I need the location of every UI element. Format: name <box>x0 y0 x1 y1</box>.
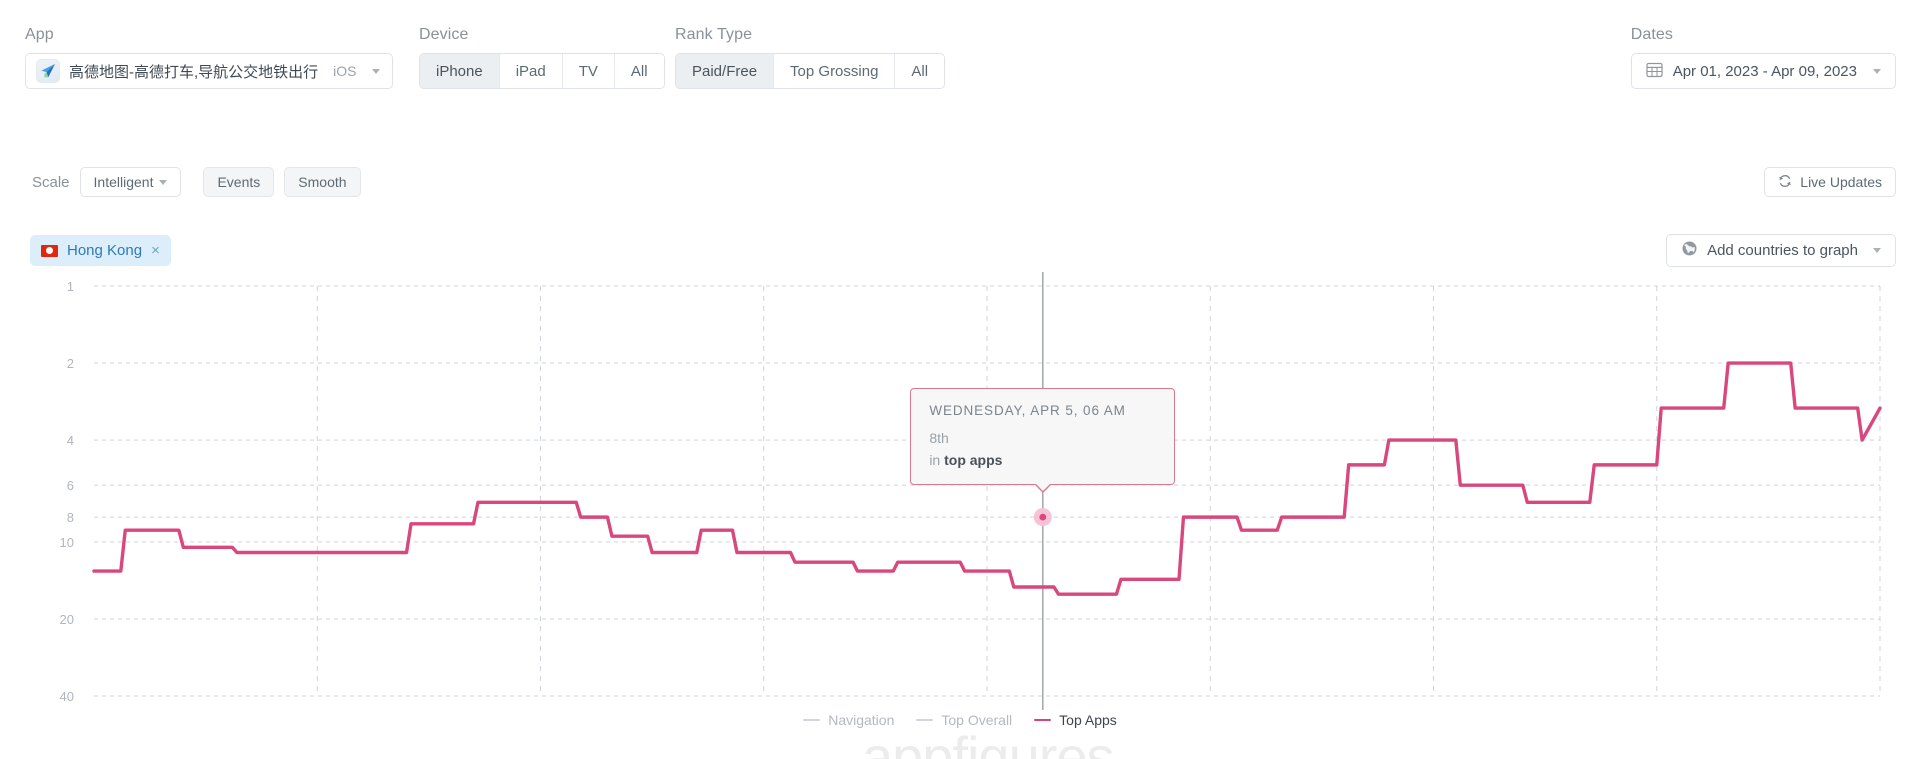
add-countries-button[interactable]: Add countries to graph <box>1666 234 1896 267</box>
legend-swatch <box>803 718 821 722</box>
date-range-value: Apr 01, 2023 - Apr 09, 2023 <box>1672 62 1857 80</box>
dates-filter-group: Dates Apr 01, 2023 - Apr 09, 2023 <box>1630 26 1896 89</box>
rank-type-option-all[interactable]: All <box>895 54 945 88</box>
chart-toolbar: Scale Intelligent Events Smooth Live Upd <box>0 159 1920 205</box>
device-option-all[interactable]: All <box>614 54 664 88</box>
tooltip-category-name: top apps <box>944 452 1003 469</box>
scale-selector[interactable]: Intelligent <box>79 167 182 197</box>
globe-icon <box>1681 240 1698 261</box>
y-axis-tick-label: 4 <box>67 433 74 448</box>
y-axis-tick-label: 40 <box>60 689 74 704</box>
refresh-icon <box>1778 174 1792 191</box>
live-updates-button[interactable]: Live Updates <box>1764 167 1896 197</box>
app-filter-group: App 高德地图-高德打车,导航公交地铁出行 iOS <box>25 26 393 89</box>
scale-label: Scale <box>32 173 70 191</box>
device-option-tv[interactable]: TV <box>562 54 615 88</box>
date-range-picker[interactable]: Apr 01, 2023 - Apr 09, 2023 <box>1630 53 1896 89</box>
chart-tooltip: WEDNESDAY, APR 5, 06 AM 8th in top apps <box>910 388 1176 494</box>
y-axis-tick-label: 1 <box>67 279 74 294</box>
data-point-marker <box>1039 513 1047 521</box>
calendar-icon <box>1646 61 1663 82</box>
chart-legend: Navigation Top Overall Top Apps <box>0 712 1920 728</box>
tooltip-prefix: in <box>929 452 941 469</box>
legend-item-navigation[interactable]: Navigation <box>803 712 894 728</box>
rank-chart[interactable]: appfigures 1 2 4 6 8 10 20 40 WEDNESDAY, APR 5,… <box>0 272 1920 759</box>
legend-swatch <box>1034 718 1052 722</box>
highlighted-data-point <box>1033 508 1052 527</box>
device-option-iphone[interactable]: iPhone <box>420 54 500 88</box>
chevron-down-icon <box>1873 248 1881 253</box>
rank-type-filter-group: Rank Type Paid/Free Top Grossing All <box>675 26 946 89</box>
app-platform: iOS <box>333 63 357 79</box>
app-name: 高德地图-高德打车,导航公交地铁出行 <box>69 63 319 81</box>
legend-label: Navigation <box>828 712 895 728</box>
close-icon[interactable]: × <box>151 243 160 258</box>
rank-type-filter-label: Rank Type <box>675 26 753 43</box>
rank-type-segmented-control[interactable]: Paid/Free Top Grossing All <box>675 53 946 89</box>
device-option-ipad[interactable]: iPad <box>499 54 563 88</box>
y-axis-ticks: 1 2 4 6 8 10 20 40 <box>60 279 74 704</box>
chevron-down-icon <box>371 68 380 74</box>
rank-type-option-top-grossing[interactable]: Top Grossing <box>774 54 896 88</box>
rank-chart-svg[interactable]: 1 2 4 6 8 10 20 40 <box>0 272 1920 712</box>
tooltip-arrow-inner <box>1033 482 1052 492</box>
y-axis-tick-label: 2 <box>67 356 74 371</box>
country-chip-row: Hong Kong × Add countries to graph <box>0 232 1920 272</box>
amap-app-icon <box>36 59 60 83</box>
live-updates-label: Live Updates <box>1800 174 1882 190</box>
hong-kong-flag <box>41 244 58 257</box>
tooltip-rank: 8th <box>929 430 949 447</box>
device-segmented-control[interactable]: iPhone iPad TV All <box>419 53 665 89</box>
add-countries-label: Add countries to graph <box>1707 242 1858 259</box>
y-axis-tick-label: 8 <box>67 510 74 525</box>
y-axis-tick-label: 20 <box>60 612 74 627</box>
y-axis-tick-label: 6 <box>67 478 74 493</box>
device-filter-group: Device iPhone iPad TV All <box>419 26 665 89</box>
y-axis-tick-label: 10 <box>60 535 74 550</box>
rank-tracking-page: App 高德地图-高德打车,导航公交地铁出行 iOS Device iPhone… <box>0 0 1920 759</box>
filter-bar: App 高德地图-高德打车,导航公交地铁出行 iOS Device iPhone… <box>0 0 1920 124</box>
country-chip-label: Hong Kong <box>67 242 143 259</box>
legend-swatch <box>916 718 934 722</box>
dates-filter-label: Dates <box>1630 26 1673 43</box>
device-filter-label: Device <box>419 26 469 43</box>
vertical-gridlines <box>316 286 1881 696</box>
watermark: appfigures <box>862 725 1115 759</box>
country-chip-hong-kong[interactable]: Hong Kong × <box>30 235 171 266</box>
chevron-down-icon <box>1873 68 1881 74</box>
legend-item-top-apps[interactable]: Top Apps <box>1034 712 1117 728</box>
app-filter-label: App <box>25 26 54 43</box>
legend-item-top-overall[interactable]: Top Overall <box>916 712 1012 728</box>
chevron-down-icon <box>159 179 168 185</box>
app-selector[interactable]: 高德地图-高德打车,导航公交地铁出行 iOS <box>25 53 393 89</box>
tooltip-category: in top apps <box>929 452 1156 468</box>
tooltip-title: WEDNESDAY, APR 5, 06 AM <box>929 403 1126 419</box>
rank-type-option-paid-free[interactable]: Paid/Free <box>676 54 775 88</box>
events-toggle[interactable]: Events <box>203 167 275 197</box>
legend-label: Top Apps <box>1059 712 1117 728</box>
scale-value: Intelligent <box>93 174 154 190</box>
legend-label: Top Overall <box>941 712 1013 728</box>
smooth-toggle[interactable]: Smooth <box>284 167 361 197</box>
